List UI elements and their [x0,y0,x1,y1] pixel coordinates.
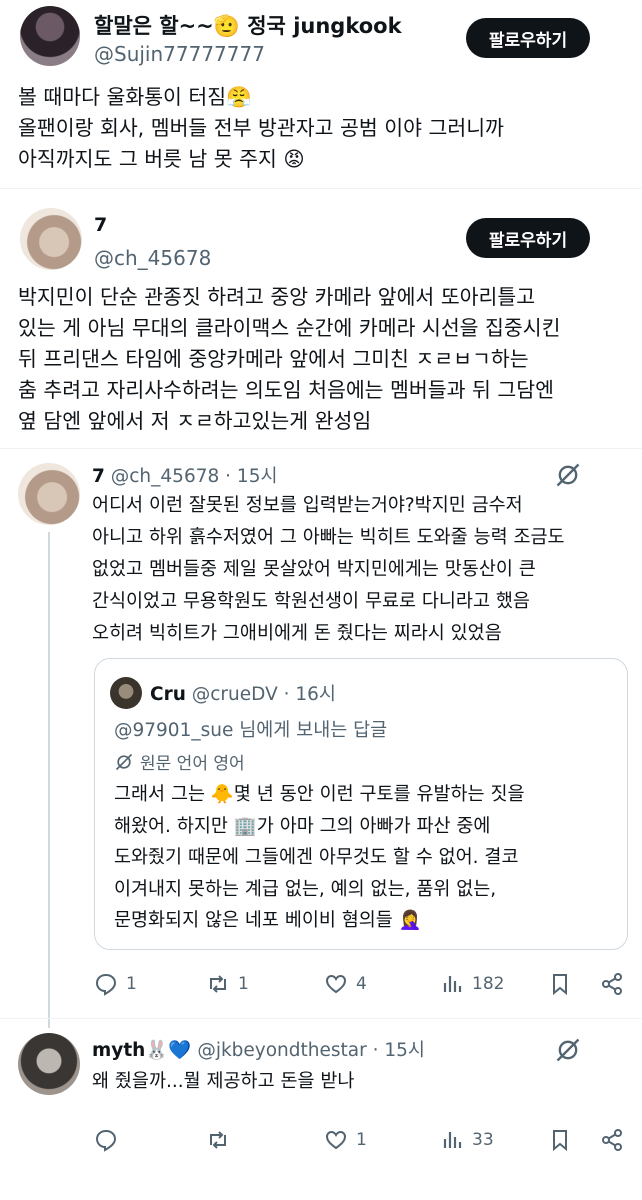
tweet-line: 올팬이랑 회사, 멤버들 전부 방관자고 공범 이야 그러니까 [18,116,504,140]
avatar[interactable] [20,6,80,66]
follow-button[interactable]: 팔로우하기 [466,218,590,258]
avatar [110,677,142,709]
reply-text: 어디서 이런 잘못된 정보를 입력받는거야?박지민 금수저 아니고 하위 흙수저… [92,490,565,650]
avatar[interactable] [18,1033,80,1095]
display-name[interactable]: 7 [92,466,105,487]
bookmark-icon [548,972,572,996]
quote-line: 문명화되지 않은 네포 베이비 혐의들 🤦‍♀️ [114,910,422,931]
quote-text: 그래서 그는 🐥몇 년 동안 이런 구토를 유발하는 짓을 해왔어. 하지만 🏢… [114,779,524,937]
display-name[interactable]: myth🐰💙 [92,1040,191,1061]
share-icon [600,972,624,996]
quote-timestamp: · 16시 [283,684,336,705]
translate-row[interactable]: 원문 언어 영어 [114,749,245,774]
tweet-line: 뒤 프리댄스 타임에 중앙카메라 앞에서 그미친 ㅈㄹㅂㄱ하는 [18,347,529,371]
follow-button[interactable]: 팔로우하기 [466,18,590,58]
bookmark-button[interactable] [548,1128,572,1152]
analytics-icon [440,1128,464,1152]
share-button[interactable] [600,1128,624,1152]
views-button[interactable]: 182 [440,972,504,996]
translate-label: 원문 언어 영어 [140,754,245,774]
user-handle[interactable]: @jkbeyondthestar [197,1040,366,1061]
view-count: 33 [472,1130,494,1150]
like-count: 4 [356,974,367,994]
reply-line: 아니고 하위 흙수저였어 그 아빠는 빅히트 도와줄 능력 조금도 [92,527,565,548]
divider [0,448,642,449]
reply-line: 간식이었고 무용학원도 학원선생이 무료로 다니라고 했음 [92,591,530,612]
reply-line: 없었고 멤버들중 제일 못살았어 박지민에게는 맛동산이 큰 [92,559,536,580]
quote-header: Cru @crueDV · 16시 [150,680,336,706]
like-button[interactable]: 1 [324,1128,367,1152]
tweet-line: 아직까지도 그 버릇 남 못 주지 😡 [18,147,305,171]
mute-icon[interactable] [554,461,582,493]
user-handle[interactable]: @ch_45678 [111,466,220,487]
user-handle[interactable]: @Sujin77777777 [94,42,265,66]
tweet-line: 박지민이 단순 관종짓 하려고 중앙 카메라 앞에서 또아리틀고 [18,285,536,309]
view-count: 182 [472,974,505,994]
share-button[interactable] [600,972,624,996]
timestamp[interactable]: · 15시 [373,1040,425,1061]
reply-line: 어디서 이런 잘못된 정보를 입력받는거야?박지민 금수저 [92,495,523,516]
thread-connector [48,532,50,1028]
tweet-text: 볼 때마다 울화통이 터짐😤 올팬이랑 회사, 멤버들 전부 방관자고 공범 이… [18,82,504,175]
display-name[interactable]: 7 [94,214,107,236]
quote-line: 해왔어. 하지만 🏢가 아마 그의 아빠가 파산 중에 [114,815,491,837]
comment-icon [94,1128,118,1152]
heart-icon [324,1128,348,1152]
timestamp[interactable]: · 15시 [225,466,277,487]
bookmark-icon [548,1128,572,1152]
tweet-line: 옆 담엔 앞에서 저 ㅈㄹ하고있는게 완성임 [18,409,372,433]
comment-icon [94,972,118,996]
quote-display-name: Cru [150,684,186,705]
divider [0,188,642,189]
tweet-line: 춤 추려고 자리사수하려는 의도임 처음에는 멤버들과 뒤 그담엔 [18,378,554,402]
display-name[interactable]: 할말은 할~~🫡 정국 jungkook [94,10,402,40]
quote-line: 도와줬기 때문에 그들에겐 아무것도 할 수 없어. 결코 [114,847,519,868]
tweet-text: 박지민이 단순 관종짓 하려고 중앙 카메라 앞에서 또아리틀고 있는 게 아님… [18,282,561,437]
bookmark-button[interactable] [548,972,572,996]
avatar[interactable] [18,463,80,525]
repost-button[interactable]: 1 [206,972,249,996]
reply-button[interactable] [94,1128,126,1152]
divider [0,1018,642,1019]
like-count: 1 [356,1130,367,1150]
quote-line: 이겨내지 못하는 계급 없는, 예의 없는, 품위 없는, [114,878,497,900]
avatar[interactable] [20,208,82,270]
repost-button[interactable] [206,1128,238,1152]
reply-line: 오히려 빅히트가 그애비에게 돈 줬다는 찌라시 있었음 [92,623,502,644]
reply-text: 왜 줬을까...뭘 제공하고 돈을 받나 [92,1071,355,1092]
mute-icon[interactable] [554,1036,582,1068]
repost-icon [206,972,230,996]
repost-count: 1 [238,974,249,994]
quote-line: 그래서 그는 🐥몇 년 동안 이런 구토를 유발하는 짓을 [114,784,525,805]
share-icon [600,1128,624,1152]
tweet-line: 볼 때마다 울화통이 터짐😤 [18,85,252,109]
reply-to-label: @97901_sue 님에게 보내는 답글 [114,720,388,741]
tweet-line: 있는 게 아님 무대의 클라이맥스 순간에 카메라 시선을 집중시킨 [18,316,561,340]
heart-icon [324,972,348,996]
translate-icon [114,752,134,772]
repost-icon [206,1128,230,1152]
reply-button[interactable]: 1 [94,972,137,996]
analytics-icon [440,972,464,996]
reply-count: 1 [126,974,137,994]
quote-handle: @crueDV [191,684,278,705]
reply-header: 7 @ch_45678 · 15시 [92,462,277,488]
reply-header: myth🐰💙 @jkbeyondthestar · 15시 [92,1036,425,1062]
user-handle[interactable]: @ch_45678 [94,246,211,270]
views-button[interactable]: 33 [440,1128,494,1152]
like-button[interactable]: 4 [324,972,367,996]
